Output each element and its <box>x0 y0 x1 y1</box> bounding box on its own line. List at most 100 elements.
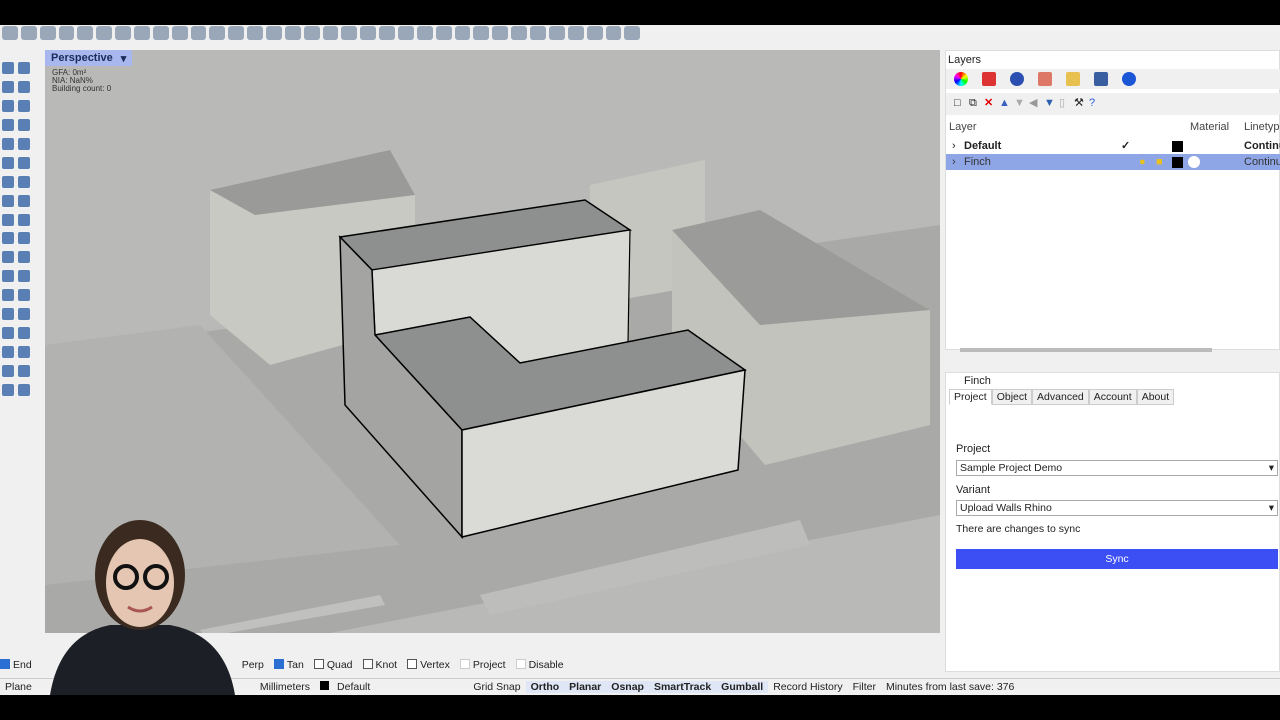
color-wheel-icon[interactable] <box>954 72 968 86</box>
left-tool-icon[interactable] <box>18 80 30 93</box>
layer-row-finch[interactable]: › Finch ● ■ Continu <box>946 154 1280 170</box>
left-tool-icon[interactable] <box>2 213 14 226</box>
left-tool-icon[interactable] <box>2 289 14 302</box>
project-select[interactable]: Sample Project Demo ▾ <box>956 460 1278 476</box>
toolbar-tool-icon[interactable] <box>492 26 509 40</box>
toolbar-tool-icon[interactable] <box>303 26 320 40</box>
left-tool-icon[interactable] <box>18 213 30 226</box>
new-layer-icon[interactable]: □ <box>954 98 965 109</box>
left-tool-icon[interactable] <box>18 289 30 302</box>
left-tool-icon[interactable] <box>2 118 14 131</box>
toolbar-tool-icon[interactable] <box>115 26 132 40</box>
left-tool-icon[interactable] <box>18 99 30 112</box>
toolbar-tool-icon[interactable] <box>435 26 452 40</box>
layer-row-default[interactable]: › Default ✓ Continu <box>946 138 1280 154</box>
toolbar-tool-icon[interactable] <box>511 26 528 40</box>
left-tool-icon[interactable] <box>2 384 14 397</box>
osnap-quad[interactable]: Quad <box>313 659 353 671</box>
left-tool-icon[interactable] <box>18 62 30 74</box>
sync-button[interactable]: Sync <box>956 549 1278 569</box>
tools-icon[interactable]: ⚒ <box>1074 98 1085 109</box>
toolbar-tool-icon[interactable] <box>96 26 113 40</box>
toolbar-tool-icon[interactable] <box>77 26 94 40</box>
grid-snap-toggle[interactable]: Grid Snap <box>468 681 525 693</box>
lock-icon[interactable]: ■ <box>1156 154 1163 170</box>
toolbar-tool-icon[interactable] <box>454 26 471 40</box>
left-tool-icon[interactable] <box>18 194 30 207</box>
lightbulb-icon[interactable]: ● <box>1139 154 1146 170</box>
left-tool-icon[interactable] <box>18 270 30 283</box>
toolbar-tool-icon[interactable] <box>20 26 37 40</box>
left-tool-icon[interactable] <box>2 175 14 188</box>
toolbar-tool-icon[interactable] <box>171 26 188 40</box>
left-tool-icon[interactable] <box>2 327 14 340</box>
cplane-status[interactable]: Plane <box>0 681 37 693</box>
osnap-toggle[interactable]: Osnap <box>606 681 649 693</box>
left-tool-icon[interactable] <box>18 384 30 397</box>
move-up-icon[interactable]: ▲ <box>999 98 1010 109</box>
bell-icon[interactable] <box>1122 72 1136 86</box>
layers-icon[interactable] <box>982 72 996 86</box>
left-tool-icon[interactable] <box>2 308 14 321</box>
toolbar-tool-icon[interactable] <box>134 26 150 40</box>
left-tool-icon[interactable] <box>18 327 30 340</box>
toolbar-tool-icon[interactable] <box>209 26 226 40</box>
left-tool-icon[interactable] <box>2 194 14 207</box>
toolbar-tool-icon[interactable] <box>39 26 56 40</box>
left-tool-icon[interactable] <box>18 232 30 245</box>
display-icon[interactable] <box>1094 72 1108 86</box>
left-tool-icon[interactable] <box>18 346 30 359</box>
osnap-perp[interactable]: Perp <box>242 659 264 671</box>
delete-icon[interactable]: ✕ <box>984 98 995 109</box>
layer-linetype[interactable]: Continu <box>1244 154 1280 170</box>
left-tool-icon[interactable] <box>2 232 14 245</box>
help-icon[interactable]: ? <box>1089 98 1100 109</box>
left-tool-icon[interactable] <box>18 251 30 264</box>
toolbar-tool-icon[interactable] <box>58 26 75 40</box>
chevron-down-icon[interactable]: ▾ <box>121 52 127 65</box>
tab-about[interactable]: About <box>1136 389 1175 405</box>
move-down-icon[interactable]: ▼ <box>1014 98 1025 109</box>
toolbar-tool-icon[interactable] <box>2 26 18 40</box>
left-tool-icon[interactable] <box>18 308 30 321</box>
viewport-tab-perspective[interactable]: Perspective ▾ <box>45 50 133 66</box>
render-icon[interactable] <box>1010 72 1024 86</box>
left-tool-icon[interactable] <box>2 156 14 169</box>
toolbar-tool-icon[interactable] <box>398 26 414 40</box>
ortho-toggle[interactable]: Ortho <box>525 681 565 693</box>
osnap-disable[interactable]: Disable <box>515 659 564 671</box>
toolbar-tool-icon[interactable] <box>152 26 169 40</box>
toolbar-tool-icon[interactable] <box>624 26 641 40</box>
osnap-tan[interactable]: Tan <box>273 659 304 671</box>
left-tool-icon[interactable] <box>18 365 30 378</box>
layer-linetype[interactable]: Continu <box>1244 138 1280 154</box>
toolbar-tool-icon[interactable] <box>530 26 546 40</box>
left-tool-icon[interactable] <box>18 118 30 131</box>
toolbar-tool-icon[interactable] <box>341 26 358 40</box>
layer-color-swatch[interactable] <box>1172 157 1183 168</box>
filter-toggle[interactable]: Filter <box>848 681 881 693</box>
left-tool-icon[interactable] <box>2 365 14 378</box>
left-tool-icon[interactable] <box>2 99 14 112</box>
tab-object[interactable]: Object <box>991 389 1033 405</box>
left-tool-icon[interactable] <box>18 137 30 150</box>
left-tool-icon[interactable] <box>2 270 14 283</box>
gumball-toggle[interactable]: Gumball <box>716 681 769 693</box>
layer-status[interactable]: Default <box>315 681 380 693</box>
record-history-toggle[interactable]: Record History <box>768 681 847 693</box>
osnap-end[interactable]: End <box>0 659 32 671</box>
toolbar-tool-icon[interactable] <box>284 26 301 40</box>
copy-layer-icon[interactable]: ⧉ <box>969 98 980 109</box>
left-tool-icon[interactable] <box>18 175 30 188</box>
left-tool-icon[interactable] <box>2 62 14 74</box>
left-tool-icon[interactable] <box>2 80 14 93</box>
toolbar-tool-icon[interactable] <box>266 26 282 40</box>
left-tool-icon[interactable] <box>18 156 30 169</box>
document-icon[interactable]: ▯ <box>1059 98 1070 109</box>
tab-account[interactable]: Account <box>1088 389 1137 405</box>
material-icon[interactable] <box>1188 156 1200 168</box>
toolbar-tool-icon[interactable] <box>360 26 377 40</box>
variant-select[interactable]: Upload Walls Rhino ▾ <box>956 500 1278 516</box>
left-tool-icon[interactable] <box>2 251 14 264</box>
toolbar-tool-icon[interactable] <box>228 26 245 40</box>
